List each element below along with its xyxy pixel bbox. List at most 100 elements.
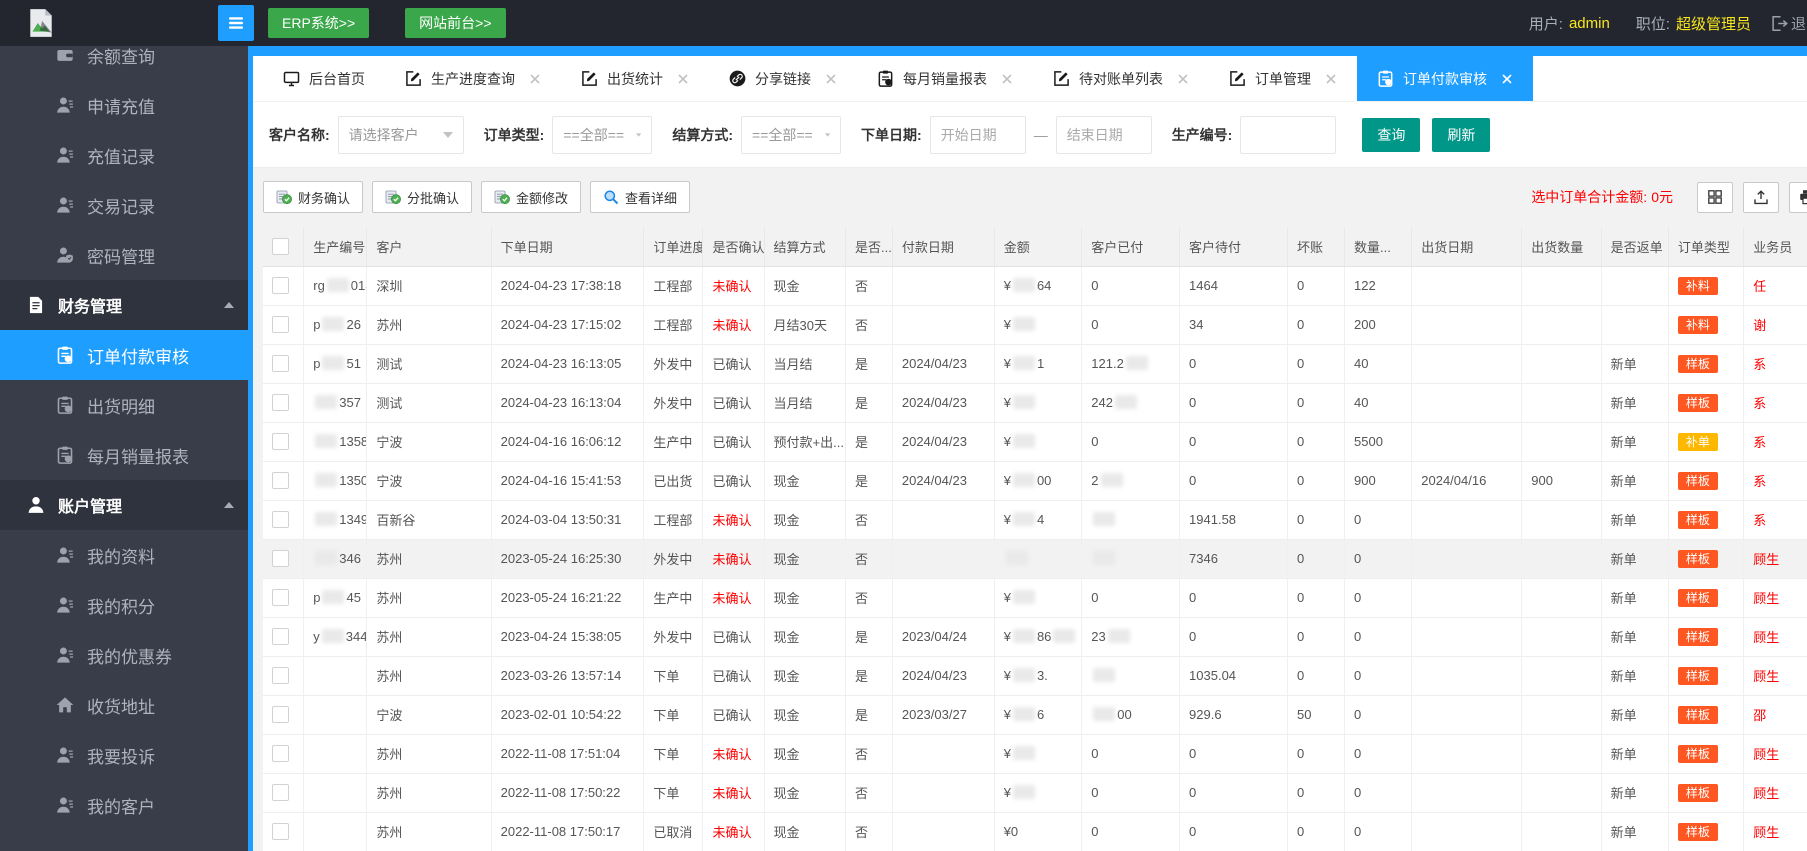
row-checkbox[interactable] bbox=[272, 550, 289, 568]
select-all-checkbox[interactable] bbox=[272, 238, 289, 256]
toolbar-button-0[interactable]: 财务确认 bbox=[263, 181, 364, 213]
row-select-cell[interactable] bbox=[263, 461, 305, 501]
close-icon[interactable] bbox=[1001, 73, 1013, 85]
filter-bar: 客户名称: 请选择客户 订单类型: ==全部== 结算方式: ==全部== 下单… bbox=[253, 102, 1807, 168]
sidebar-item-9[interactable]: 账户管理 bbox=[0, 480, 248, 530]
censored-text bbox=[1114, 395, 1137, 409]
end-date-input[interactable] bbox=[1055, 115, 1152, 154]
cell-amount: ¥4 bbox=[994, 500, 1083, 540]
row-checkbox[interactable] bbox=[272, 355, 289, 373]
tab-4[interactable]: 每月销量报表 bbox=[857, 56, 1033, 101]
logout-button[interactable]: 退出 bbox=[1771, 13, 1807, 34]
close-icon[interactable] bbox=[825, 73, 837, 85]
row-select-cell[interactable] bbox=[263, 656, 305, 696]
row-select-cell[interactable] bbox=[263, 383, 305, 423]
close-icon[interactable] bbox=[1177, 73, 1189, 85]
sidebar-item-11[interactable]: 我的积分 bbox=[0, 580, 248, 630]
select-all-cell[interactable] bbox=[263, 228, 305, 267]
cell-bad_debt: 0 bbox=[1287, 344, 1346, 384]
row-select-cell[interactable] bbox=[263, 539, 305, 579]
prod-no-input[interactable] bbox=[1240, 115, 1337, 154]
sidebar-item-4[interactable]: 密码管理 bbox=[0, 230, 248, 280]
table-header-row: 生产编号 客户 下单日期 订单进度 是否确认 结算方式 是否... 付款日期 金额 客户已付 客户待… bbox=[263, 228, 1807, 267]
sidebar-item-12[interactable]: 我的优惠券 bbox=[0, 630, 248, 680]
search-button[interactable]: 查询 bbox=[1362, 117, 1421, 152]
toolbar-button-2[interactable]: 金额修改 bbox=[481, 181, 582, 213]
toolbar-button-3[interactable]: 查看详细 bbox=[590, 181, 691, 213]
print-button[interactable] bbox=[1789, 181, 1807, 213]
user-label: 用户: bbox=[1528, 15, 1563, 33]
cell-settle: 现金 bbox=[764, 266, 847, 306]
sidebar-item-15[interactable]: 我的客户 bbox=[0, 780, 248, 830]
cell-is_return: 新单 bbox=[1601, 383, 1669, 423]
order-type-badge: 样板 bbox=[1677, 354, 1718, 373]
sidebar-item-14[interactable]: 我要投诉 bbox=[0, 730, 248, 780]
tab-3[interactable]: 分享链接 bbox=[709, 56, 857, 101]
censored-text bbox=[1012, 356, 1035, 370]
row-select-cell[interactable] bbox=[263, 695, 305, 735]
row-select-cell[interactable] bbox=[263, 422, 305, 462]
sidebar-item-8[interactable]: 每月销量报表 bbox=[0, 430, 248, 480]
row-checkbox[interactable] bbox=[272, 589, 289, 607]
row-checkbox[interactable] bbox=[272, 784, 289, 802]
cell-customer_unpaid: 929.6 bbox=[1179, 695, 1288, 735]
sidebar-item-2[interactable]: 充值记录 bbox=[0, 130, 248, 180]
close-icon[interactable] bbox=[677, 73, 689, 85]
row-checkbox[interactable] bbox=[272, 472, 289, 490]
row-select-cell[interactable] bbox=[263, 734, 305, 774]
refresh-button[interactable]: 刷新 bbox=[1432, 117, 1491, 152]
close-icon[interactable] bbox=[529, 73, 541, 85]
tab-7[interactable]: 订单付款审核 bbox=[1357, 56, 1533, 101]
order-type-select[interactable]: ==全部== bbox=[552, 115, 653, 154]
row-checkbox[interactable] bbox=[272, 667, 289, 685]
tab-0[interactable]: 后台首页 bbox=[263, 56, 385, 101]
sidebar-item-6[interactable]: 订单付款审核 bbox=[0, 330, 248, 380]
sidebar-item-10[interactable]: 我的资料 bbox=[0, 530, 248, 580]
settle-select[interactable]: ==全部== bbox=[741, 115, 842, 154]
cell-ship_qty bbox=[1521, 773, 1602, 813]
row-checkbox[interactable] bbox=[272, 628, 289, 646]
row-checkbox[interactable] bbox=[272, 823, 289, 841]
site-front-button[interactable]: 网站前台>> bbox=[405, 8, 506, 38]
sidebar-item-1[interactable]: 申请充值 bbox=[0, 80, 248, 130]
tab-6[interactable]: 订单管理 bbox=[1209, 56, 1357, 101]
censored-text bbox=[1012, 785, 1035, 799]
row-checkbox[interactable] bbox=[272, 316, 289, 334]
row-select-cell[interactable] bbox=[263, 578, 305, 618]
row-select-cell[interactable] bbox=[263, 344, 305, 384]
row-checkbox[interactable] bbox=[272, 433, 289, 451]
sidebar-item-0[interactable]: 余额查询 bbox=[0, 46, 248, 80]
customer-select[interactable]: 请选择客户 bbox=[337, 115, 464, 154]
row-select-cell[interactable] bbox=[263, 617, 305, 657]
sidebar-toggle-button[interactable] bbox=[218, 5, 254, 41]
row-checkbox[interactable] bbox=[272, 277, 289, 295]
export-button[interactable] bbox=[1743, 181, 1779, 213]
tab-5[interactable]: 待对账单列表 bbox=[1033, 56, 1209, 101]
erp-system-button[interactable]: ERP系统>> bbox=[268, 8, 370, 38]
close-icon[interactable] bbox=[1325, 73, 1337, 85]
sidebar-accent-divider bbox=[248, 46, 253, 851]
sidebar-item-5[interactable]: 财务管理 bbox=[0, 280, 248, 330]
row-checkbox[interactable] bbox=[272, 745, 289, 763]
sidebar-item-13[interactable]: 收货地址 bbox=[0, 680, 248, 730]
row-select-cell[interactable] bbox=[263, 500, 305, 540]
row-checkbox[interactable] bbox=[272, 394, 289, 412]
toolbar-button-1[interactable]: 分批确认 bbox=[372, 181, 473, 213]
censored-text bbox=[1107, 629, 1130, 643]
row-select-cell[interactable] bbox=[263, 773, 305, 813]
cell-pay_date: 2024/04/23 bbox=[892, 383, 995, 423]
tab-1[interactable]: 生产进度查询 bbox=[385, 56, 561, 101]
cell-order_date: 2023-03-26 13:57:14 bbox=[491, 656, 645, 696]
row-select-cell[interactable] bbox=[263, 266, 305, 306]
row-select-cell[interactable] bbox=[263, 812, 305, 851]
cell-is_paid: 否 bbox=[845, 305, 893, 345]
row-select-cell[interactable] bbox=[263, 305, 305, 345]
close-icon[interactable] bbox=[1501, 73, 1513, 85]
row-checkbox[interactable] bbox=[272, 706, 289, 724]
row-checkbox[interactable] bbox=[272, 511, 289, 529]
sidebar-item-3[interactable]: 交易记录 bbox=[0, 180, 248, 230]
sidebar-item-7[interactable]: 出货明细 bbox=[0, 380, 248, 430]
tab-2[interactable]: 出货统计 bbox=[561, 56, 709, 101]
start-date-input[interactable] bbox=[929, 115, 1026, 154]
columns-filter-button[interactable] bbox=[1697, 181, 1733, 213]
